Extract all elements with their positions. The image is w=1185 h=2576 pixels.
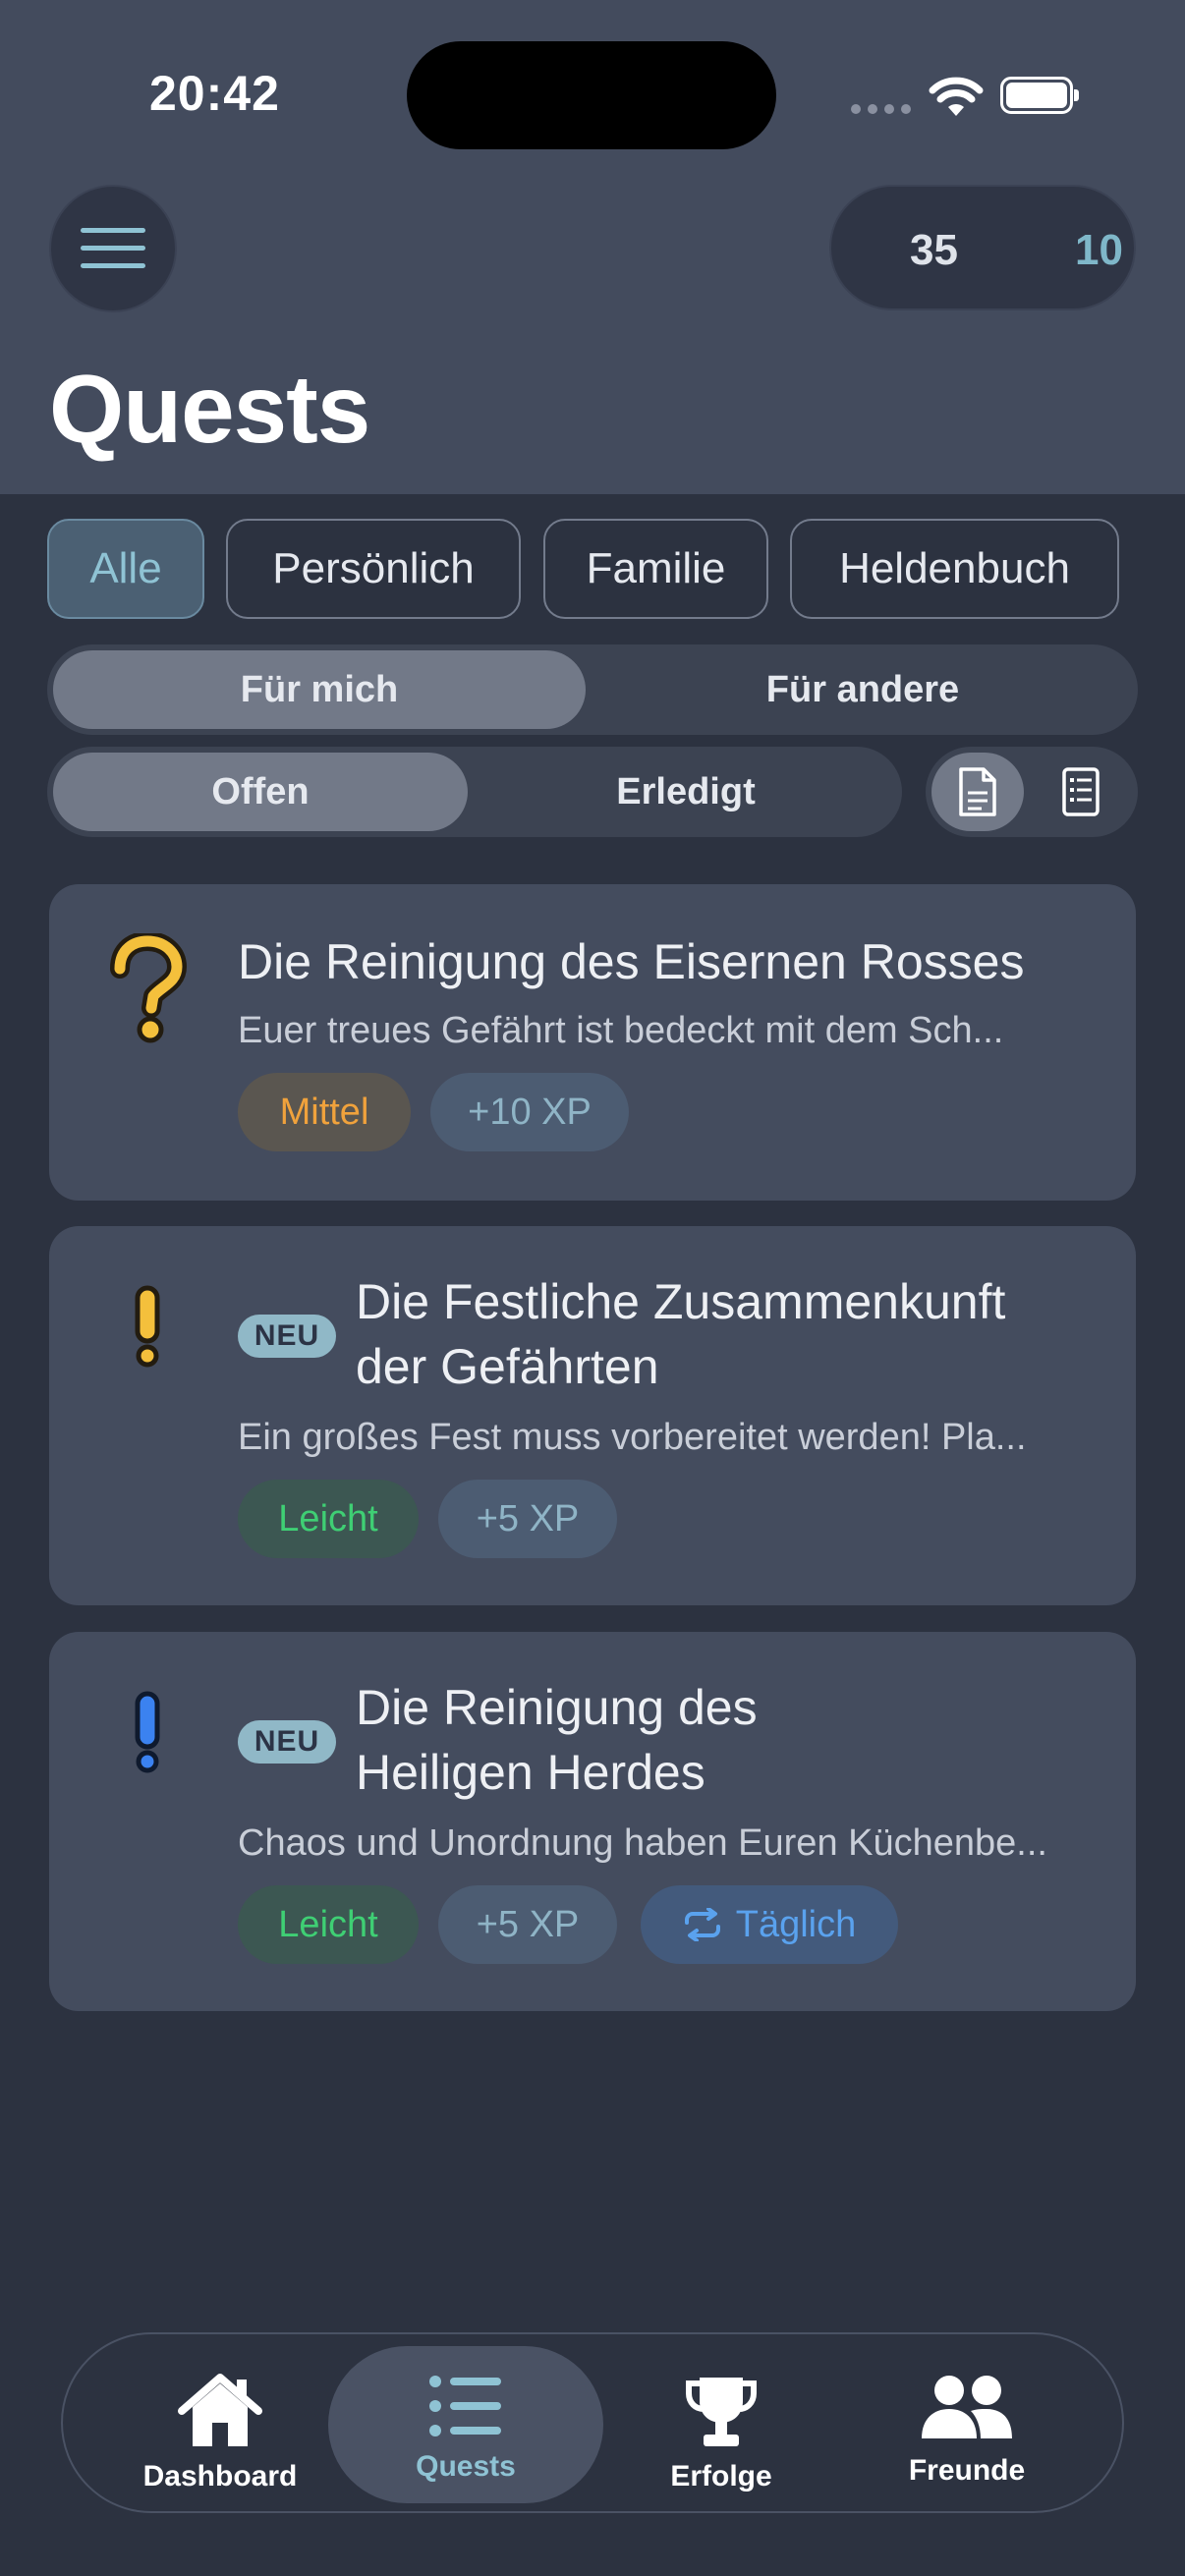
stat-value-left: 35	[910, 226, 958, 274]
recurrence-tag: Täglich	[641, 1885, 898, 1964]
trophy-icon	[686, 2378, 757, 2446]
quest-description: Euer treues Gefährt ist bedeckt mit dem …	[238, 1010, 1004, 1051]
recurrence-label: Täglich	[735, 1903, 857, 1945]
tab-label: Quests	[416, 2450, 516, 2483]
chip-persoenlich[interactable]: Persönlich	[226, 519, 521, 619]
view-mode-list-button[interactable]	[1032, 753, 1130, 831]
quest-title: Die Reinigung des Eisernen Rosses	[238, 934, 1025, 989]
status-segmented-control: Offen Erledigt	[47, 747, 902, 837]
xp-tag: +10 XP	[430, 1073, 629, 1151]
cellular-signal-icon	[851, 104, 911, 114]
quest-title-line2: der Gefährten	[356, 1339, 659, 1394]
exclamation-yellow-icon	[135, 1285, 160, 1368]
stats-pill[interactable]: 35 10	[829, 185, 1136, 310]
view-mode-cards-button[interactable]	[931, 753, 1024, 831]
tab-label: Dashboard	[142, 2460, 298, 2492]
quest-card[interactable]: NEU Die Reinigung des Heiligen Herdes Ch…	[49, 1632, 1136, 2011]
status-icons	[845, 69, 1081, 124]
question-mark-icon	[110, 933, 187, 1043]
people-icon	[922, 2376, 1012, 2438]
segment-offen[interactable]: Offen	[53, 753, 468, 831]
xp-tag: +5 XP	[438, 1480, 617, 1558]
quest-description: Chaos und Unordnung haben Euren Küchenbe…	[238, 1822, 1047, 1864]
battery-icon	[1000, 77, 1079, 114]
segment-fuer-andere[interactable]: Für andere	[593, 650, 1132, 729]
status-time: 20:42	[149, 66, 280, 121]
chip-heldenbuch[interactable]: Heldenbuch	[790, 519, 1119, 619]
repeat-icon	[684, 1908, 720, 1941]
new-badge: NEU	[238, 1720, 336, 1764]
tab-erfolge[interactable]: Erfolge	[584, 2346, 859, 2503]
home-icon	[178, 2374, 262, 2446]
tab-label: Erfolge	[670, 2460, 772, 2492]
segment-erledigt[interactable]: Erledigt	[476, 753, 896, 831]
page-title: Quests	[49, 355, 370, 463]
list-icon	[1062, 767, 1100, 816]
segment-fuer-mich[interactable]: Für mich	[53, 650, 586, 729]
quest-description: Ein großes Fest muss vorbereitet werden!…	[238, 1417, 1027, 1458]
document-icon	[959, 767, 996, 816]
tab-freunde[interactable]: Freunde	[829, 2346, 1104, 2503]
quest-card[interactable]: Die Reinigung des Eisernen Rosses Euer t…	[49, 884, 1136, 1201]
audience-segmented-control: Für mich Für andere	[47, 644, 1138, 735]
difficulty-tag: Mittel	[238, 1073, 411, 1151]
tab-dashboard[interactable]: Dashboard	[83, 2346, 358, 2503]
difficulty-tag: Leicht	[238, 1480, 419, 1558]
xp-tag: +5 XP	[438, 1885, 617, 1964]
quest-title: Die Festliche Zusammenkunft	[356, 1274, 1006, 1329]
tab-label: Freunde	[908, 2454, 1026, 2487]
quest-card[interactable]: NEU Die Festliche Zusammenkunft der Gefä…	[49, 1226, 1136, 1605]
new-badge: NEU	[238, 1315, 336, 1358]
view-mode-toggle	[926, 747, 1138, 837]
quest-title: Die Reinigung des	[356, 1680, 758, 1735]
menu-button[interactable]	[49, 185, 177, 312]
chip-familie[interactable]: Familie	[543, 519, 768, 619]
tab-bar: Dashboard Quests Erfolge Freunde	[61, 2332, 1124, 2513]
exclamation-blue-icon	[135, 1691, 160, 1773]
dynamic-island	[407, 41, 776, 149]
hamburger-icon	[81, 228, 145, 268]
quest-title-line2: Heiligen Herdes	[356, 1745, 705, 1800]
list-icon	[429, 2376, 501, 2436]
tab-quests[interactable]: Quests	[328, 2346, 603, 2503]
stat-value-right: 10	[1075, 226, 1123, 274]
difficulty-tag: Leicht	[238, 1885, 419, 1964]
wifi-icon	[929, 77, 984, 116]
chip-alle[interactable]: Alle	[47, 519, 204, 619]
